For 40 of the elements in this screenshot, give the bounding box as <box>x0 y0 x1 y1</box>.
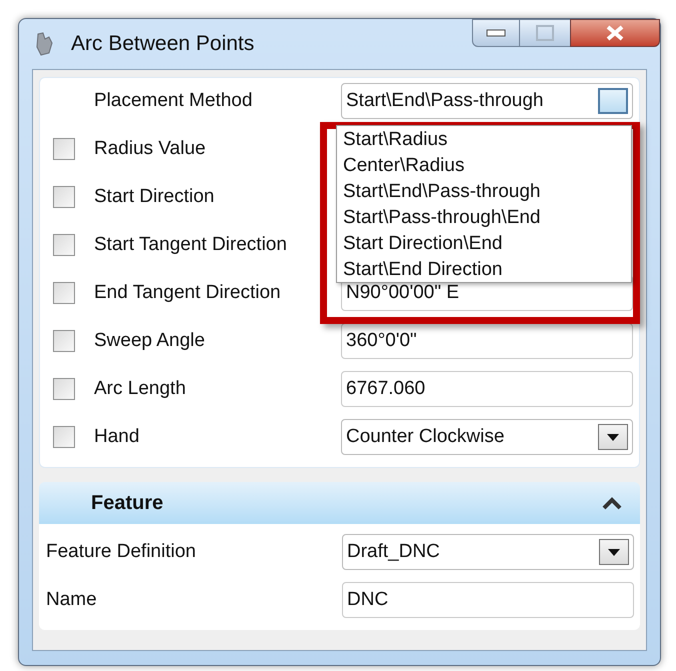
checkbox[interactable] <box>53 282 75 304</box>
input-field[interactable]: 6767.060 <box>341 371 633 407</box>
dropdown-option[interactable]: Start\End\Pass-through <box>343 179 631 205</box>
checkbox[interactable] <box>53 138 75 160</box>
section-header[interactable]: Feature <box>39 482 640 524</box>
field-label: Sweep Angle <box>94 328 205 353</box>
field-label: Feature Definition <box>46 540 196 564</box>
field-label: Placement Method <box>94 88 252 113</box>
checkbox[interactable] <box>53 234 75 256</box>
field-label: Start Tangent Direction <box>94 232 287 257</box>
maximize-icon <box>536 25 554 41</box>
minimize-icon <box>486 29 506 37</box>
caret-down-icon <box>607 434 619 440</box>
input-field[interactable]: DNC <box>342 582 634 618</box>
dropdown-option[interactable]: Center\Radius <box>343 153 631 179</box>
field-label: Hand <box>94 424 140 449</box>
minimize-button[interactable] <box>472 19 520 47</box>
dropdown-option[interactable]: Start\Radius <box>343 127 631 153</box>
checkbox[interactable] <box>53 426 75 448</box>
field-label: Start Direction <box>94 184 214 209</box>
close-icon <box>605 25 625 41</box>
checkbox[interactable] <box>53 186 75 208</box>
dropdown-option[interactable]: Start Direction\End <box>343 231 631 257</box>
dropdown-arrow-button[interactable] <box>599 539 629 565</box>
field-label: Radius Value <box>94 136 206 161</box>
checkbox[interactable] <box>53 330 75 352</box>
dropdown[interactable]: Counter Clockwise <box>341 419 633 455</box>
maximize-button[interactable] <box>520 19 570 47</box>
field-label: End Tangent Direction <box>94 280 281 305</box>
field-label: Name <box>46 588 97 612</box>
checkbox[interactable] <box>53 378 75 400</box>
close-button[interactable] <box>570 19 660 47</box>
field-label: Arc Length <box>94 376 186 401</box>
input-field[interactable]: 360°0'0" <box>341 323 633 359</box>
dropdown[interactable]: Draft_DNC <box>342 534 634 570</box>
dropdown[interactable]: Start\End\Pass-through <box>341 83 633 119</box>
dropdown-option[interactable]: Start\Pass-through\End <box>343 205 631 231</box>
window-title: Arc Between Points <box>71 31 254 58</box>
dropdown-arrow-button[interactable] <box>598 424 628 450</box>
caret-down-icon <box>608 548 620 556</box>
